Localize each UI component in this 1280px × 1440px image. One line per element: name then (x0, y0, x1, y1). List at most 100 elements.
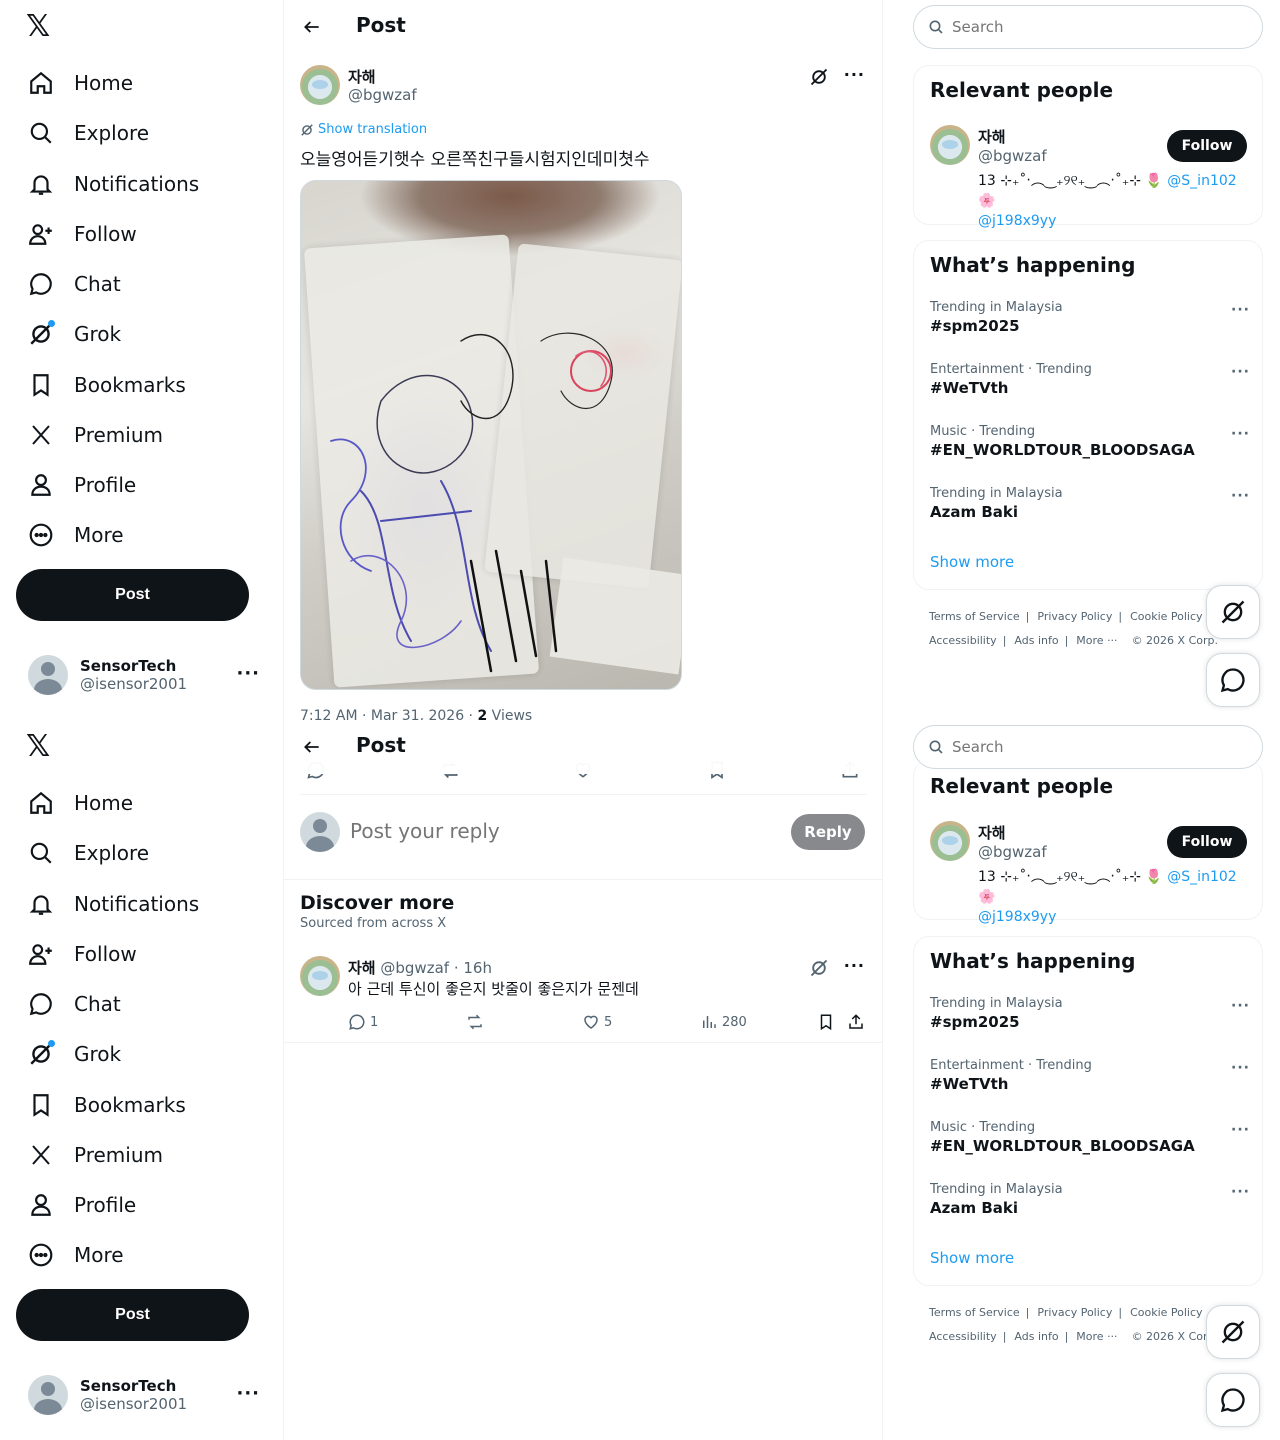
more-dots-icon[interactable]: ··· (1231, 488, 1250, 504)
footer-link[interactable]: Cookie Policy (1130, 1306, 1202, 1319)
nav-grok[interactable]: Grok (26, 314, 121, 354)
nav-profile[interactable]: Profile (26, 465, 136, 505)
nav-grok[interactable]: Grok (26, 1034, 121, 1074)
nav-premium[interactable]: Premium (26, 415, 163, 455)
account-switcher[interactable]: SensorTech @isensor2001 ··· (16, 1365, 276, 1425)
nav-home[interactable]: Home (26, 63, 133, 103)
chat-fab[interactable] (1206, 1373, 1260, 1427)
trend-item[interactable]: Trending in Malaysia Azam Baki ··· (930, 486, 1250, 521)
footer-link[interactable]: Ads info (1014, 634, 1058, 647)
tweet-time[interactable]: · 16h (449, 959, 492, 977)
trend-item[interactable]: Trending in Malaysia #spm2025 ··· (930, 300, 1250, 335)
tweet-author-name[interactable]: 자해 (348, 959, 376, 977)
follow-button[interactable]: Follow (1167, 826, 1247, 858)
footer-link[interactable]: Ads info (1014, 1330, 1058, 1343)
bio-mention-link[interactable]: @S_in102 (1167, 869, 1236, 885)
avatar[interactable] (930, 125, 970, 165)
more-dots-icon[interactable]: ··· (1231, 1184, 1250, 1200)
reply-input[interactable] (350, 819, 770, 843)
discover-tweet[interactable]: 자해 @bgwzaf · 16h 아 근데 투신이 좋은지 밧줄이 좋은지가 문… (300, 956, 867, 1036)
search-input[interactable] (952, 18, 1242, 36)
footer-link[interactable]: Cookie Policy (1130, 610, 1202, 623)
person-name[interactable]: 자해 (978, 126, 1006, 147)
nav-more[interactable]: More (26, 1235, 124, 1275)
back-arrow-icon[interactable] (298, 13, 326, 41)
avatar[interactable] (930, 821, 970, 861)
nav-premium[interactable]: Premium (26, 1135, 163, 1175)
more-dots-icon[interactable]: ··· (844, 956, 865, 975)
tweet-author-handle[interactable]: @bgwzaf (380, 959, 449, 977)
nav-explore[interactable]: Explore (26, 833, 149, 873)
footer-link[interactable]: Accessibility (929, 1330, 997, 1343)
follow-button[interactable]: Follow (1167, 130, 1247, 162)
more-dots-icon[interactable]: ··· (1231, 1060, 1250, 1076)
repost-action[interactable] (466, 1010, 484, 1034)
bio-mention-link[interactable]: @j198x9yy (978, 909, 1056, 925)
more-dots-icon[interactable]: ··· (844, 65, 865, 84)
nav-chat[interactable]: Chat (26, 984, 121, 1024)
author-name[interactable]: 자해 (348, 66, 376, 87)
like-action[interactable]: 5 (582, 1010, 612, 1034)
author-handle[interactable]: @bgwzaf (348, 86, 417, 104)
grok-icon[interactable] (809, 67, 831, 89)
more-dots-icon[interactable]: ··· (236, 663, 260, 684)
footer-link[interactable]: Privacy Policy (1037, 610, 1112, 623)
nav-profile[interactable]: Profile (26, 1185, 136, 1225)
nav-bookmarks[interactable]: Bookmarks (26, 365, 186, 405)
person-handle[interactable]: @bgwzaf (978, 843, 1047, 861)
nav-home[interactable]: Home (26, 783, 133, 823)
trend-item[interactable]: Trending in Malaysia Azam Baki ··· (930, 1182, 1250, 1217)
grok-icon[interactable] (809, 958, 831, 980)
footer-link[interactable]: Terms of Service (929, 610, 1020, 623)
person-name[interactable]: 자해 (978, 822, 1006, 843)
trend-item[interactable]: Music · Trending #EN_WORLDTOUR_BLOODSAGA… (930, 424, 1250, 459)
grok-fab[interactable] (1206, 1305, 1260, 1359)
chat-fab[interactable] (1206, 653, 1260, 707)
footer-link[interactable]: Privacy Policy (1037, 1306, 1112, 1319)
bio-mention-link[interactable]: @S_in102 (1167, 173, 1236, 189)
footer-link[interactable]: Terms of Service (929, 1306, 1020, 1319)
account-switcher[interactable]: SensorTech @isensor2001 ··· (16, 645, 276, 705)
more-dots-icon[interactable]: ··· (1231, 998, 1250, 1014)
nav-follow[interactable]: Follow (26, 934, 137, 974)
post-button[interactable]: Post (16, 569, 249, 621)
footer-link[interactable]: More ··· (1076, 1330, 1117, 1343)
avatar[interactable] (300, 956, 340, 996)
trend-item[interactable]: Entertainment · Trending #WeTVth ··· (930, 362, 1250, 397)
grok-fab[interactable] (1206, 585, 1260, 639)
back-arrow-icon[interactable] (298, 733, 326, 761)
avatar[interactable] (300, 65, 340, 105)
share-action[interactable] (847, 1010, 865, 1034)
post-button[interactable]: Post (16, 1289, 249, 1341)
x-logo-icon[interactable]: 𝕏 (26, 730, 58, 764)
show-more-link[interactable]: Show more (930, 1249, 1014, 1267)
more-dots-icon[interactable]: ··· (1231, 426, 1250, 442)
nav-bookmarks[interactable]: Bookmarks (26, 1085, 186, 1125)
views-action[interactable]: 280 (700, 1010, 747, 1034)
bio-mention-link[interactable]: @j198x9yy (978, 213, 1056, 229)
reply-button[interactable]: Reply (791, 814, 865, 850)
nav-notifications[interactable]: Notifications (26, 164, 199, 204)
search-input[interactable] (952, 738, 1242, 756)
x-logo-icon[interactable]: 𝕏 (26, 10, 58, 44)
footer-link[interactable]: Accessibility (929, 634, 997, 647)
nav-more[interactable]: More (26, 515, 124, 555)
bookmark-action[interactable] (817, 1010, 835, 1034)
footer-link[interactable]: More ··· (1076, 634, 1117, 647)
nav-notifications[interactable]: Notifications (26, 884, 199, 924)
post-image[interactable] (300, 180, 682, 690)
search-box[interactable] (913, 5, 1263, 49)
nav-chat[interactable]: Chat (26, 264, 121, 304)
nav-follow[interactable]: Follow (26, 214, 137, 254)
reply-action[interactable]: 1 (348, 1010, 378, 1034)
more-dots-icon[interactable]: ··· (1231, 302, 1250, 318)
show-translation-link[interactable]: Show translation (300, 122, 427, 137)
more-dots-icon[interactable]: ··· (1231, 364, 1250, 380)
nav-explore[interactable]: Explore (26, 113, 149, 153)
person-handle[interactable]: @bgwzaf (978, 147, 1047, 165)
trend-item[interactable]: Entertainment · Trending #WeTVth ··· (930, 1058, 1250, 1093)
trend-item[interactable]: Music · Trending #EN_WORLDTOUR_BLOODSAGA… (930, 1120, 1250, 1155)
more-dots-icon[interactable]: ··· (236, 1383, 260, 1404)
more-dots-icon[interactable]: ··· (1231, 1122, 1250, 1138)
show-more-link[interactable]: Show more (930, 553, 1014, 571)
